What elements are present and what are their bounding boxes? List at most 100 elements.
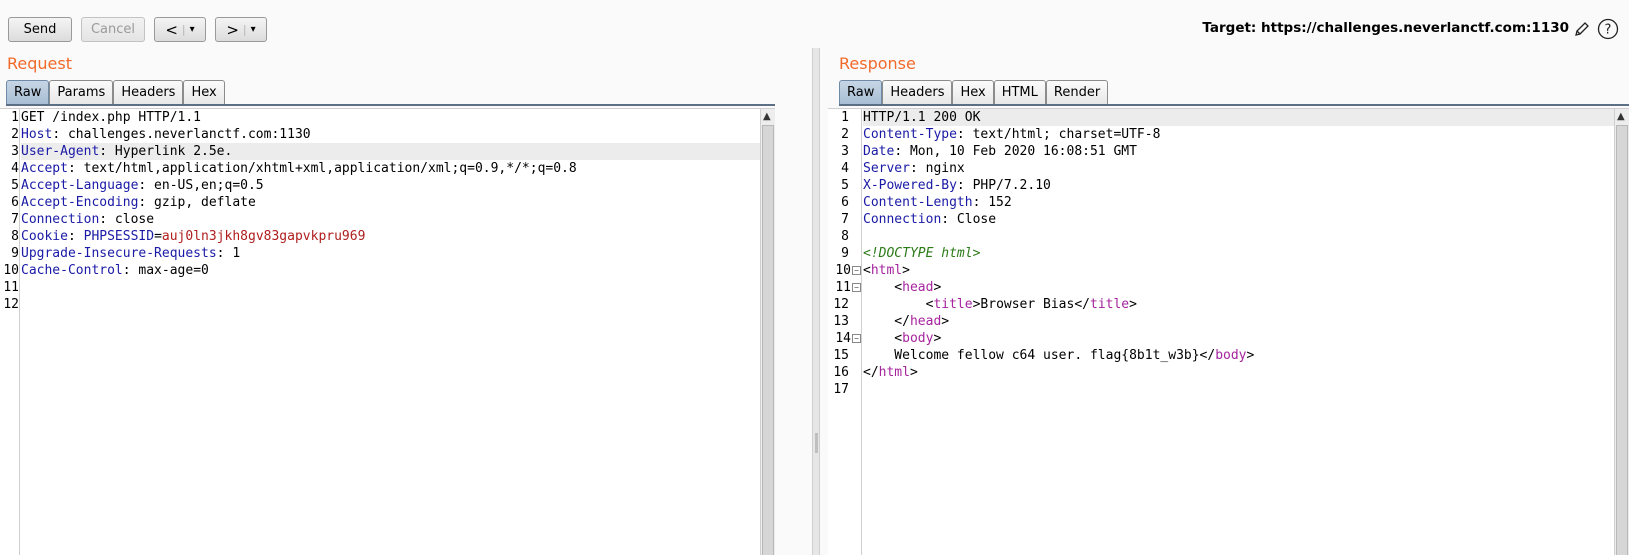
pane-splitter[interactable] [812,48,820,555]
line-number: 2 [828,126,861,143]
target-label: Target: https://challenges.neverlanctf.c… [1202,20,1569,36]
forward-button[interactable]: > | ▾ [215,17,267,42]
fold-toggle-icon[interactable]: − [852,334,861,343]
code-token: Date [863,144,895,159]
line-number: 8 [828,228,861,245]
code-token: Host [21,127,53,142]
line-number-text: 13 [833,314,849,329]
code-line[interactable]: X-Powered-By: PHP/7.2.10 [863,177,1614,194]
line-number-text: 7 [841,212,849,227]
response-scroll-thumb[interactable] [1616,125,1628,555]
cancel-button[interactable]: Cancel [81,17,145,42]
code-line[interactable]: </head> [863,313,1614,330]
line-number-text: 14 [835,331,851,346]
code-token: </ [863,314,910,329]
line-number-text: 10 [3,263,19,278]
code-line[interactable]: Host: challenges.neverlanctf.com:1130 [21,126,760,143]
response-editor[interactable]: 1 2 3 4 5 6 7 8 9 10−11−12 13 14−15 16 17 HTTP/1.1 20… [828,108,1629,555]
code-line[interactable]: <!DOCTYPE html> [863,245,1614,262]
code-line[interactable] [21,296,760,313]
code-line[interactable] [863,381,1614,398]
tab-params[interactable]: Params [49,80,114,104]
tab-render[interactable]: Render [1045,80,1109,104]
request-tab-underline [6,104,775,106]
scroll-up-icon[interactable]: ▲ [1617,111,1625,122]
code-token: title [1090,297,1130,312]
line-number: 6 [0,194,19,211]
tab-hex[interactable]: Hex [183,80,225,104]
tab-html[interactable]: HTML [993,80,1046,104]
code-token: Content-Length [863,195,973,210]
code-token: PHPSESSID [83,229,155,244]
back-dropdown-icon[interactable]: ▾ [190,24,195,35]
code-token: Content-Type [863,127,957,142]
response-tabs: Raw Headers Hex HTML Render [839,80,1109,104]
line-number-text: 4 [11,161,19,176]
code-token: HTTP/1.1 200 OK [863,110,981,125]
line-number-text: 17 [833,382,849,397]
request-scroll-thumb[interactable] [762,125,774,555]
send-button[interactable]: Send [8,17,72,42]
fold-toggle-icon[interactable]: − [852,266,861,275]
pencil-icon[interactable] [1571,18,1593,40]
code-line[interactable] [21,279,760,296]
code-line[interactable]: <head> [863,279,1614,296]
request-editor[interactable]: 1 2 3 4 5 6 7 8 9 10 11 12 GET /index.php HTTP/1.1 H… [0,108,775,555]
code-token: GET /index.php HTTP/1.1 [21,110,202,125]
code-token: < [863,331,903,346]
line-number-text: 12 [833,297,849,312]
line-number: 11 [0,279,19,296]
code-line[interactable]: <html> [863,262,1614,279]
code-line[interactable]: Welcome fellow c64 user. flag{8b1t_w3b}<… [863,347,1614,364]
code-line[interactable]: User-Agent: Hyperlink 2.5e. [21,143,760,160]
code-line[interactable]: Date: Mon, 10 Feb 2020 16:08:51 GMT [863,143,1614,160]
tab-raw[interactable]: Raw [6,80,50,104]
code-line[interactable]: Accept: text/html,application/xhtml+xml,… [21,160,760,177]
code-token: body [1215,348,1247,363]
line-number: 10− [828,262,861,279]
code-line[interactable]: <title>Browser Bias</title> [863,296,1614,313]
code-line[interactable]: Cache-Control: max-age=0 [21,262,760,279]
response-scrollbar[interactable]: ▲ [1614,109,1629,555]
line-number: 17 [828,381,861,398]
scroll-up-icon[interactable]: ▲ [763,111,771,122]
code-line[interactable]: GET /index.php HTTP/1.1 [21,109,760,126]
line-number: 15 [828,347,861,364]
line-number: 10 [0,262,19,279]
tab-raw[interactable]: Raw [839,80,883,104]
code-line[interactable]: Connection: close [21,211,760,228]
tab-headers[interactable]: Headers [882,80,953,104]
code-line[interactable]: Content-Length: 152 [863,194,1614,211]
code-token: Server [863,161,910,176]
request-code[interactable]: GET /index.php HTTP/1.1 Host: challenges.… [21,109,760,555]
code-line[interactable]: Accept-Language: en-US,en;q=0.5 [21,177,760,194]
request-scrollbar[interactable]: ▲ [760,109,775,555]
tab-hex[interactable]: Hex [952,80,994,104]
code-line[interactable] [863,228,1614,245]
code-line[interactable]: Server: nginx [863,160,1614,177]
code-line[interactable]: Cookie: PHPSESSID=auj0ln3jkh8gv83gapvkpr… [21,228,760,245]
code-line[interactable]: Content-Type: text/html; charset=UTF-8 [863,126,1614,143]
code-line[interactable]: </html> [863,364,1614,381]
help-icon[interactable]: ? [1597,18,1619,40]
back-button[interactable]: < | ▾ [154,17,206,42]
line-number: 16 [828,364,861,381]
code-line[interactable]: <body> [863,330,1614,347]
line-number: 3 [0,143,19,160]
fold-toggle-icon[interactable]: − [852,283,861,292]
code-line[interactable]: HTTP/1.1 200 OK [863,109,1614,126]
forward-dropdown-icon[interactable]: ▾ [251,24,256,35]
line-number: 5 [0,177,19,194]
line-number-text: 10 [835,263,851,278]
code-line[interactable]: Upgrade-Insecure-Requests: 1 [21,245,760,262]
line-number-text: 11 [3,280,19,295]
splitter-grip[interactable] [815,433,818,453]
line-number-text: 15 [833,348,849,363]
code-line[interactable]: Accept-Encoding: gzip, deflate [21,194,760,211]
code-token: : Hyperlink 2.5e. [99,144,233,159]
response-code[interactable]: HTTP/1.1 200 OK Content-Type: text/html; … [863,109,1614,555]
code-line[interactable]: Connection: Close [863,211,1614,228]
line-number-text: 7 [11,212,19,227]
tab-headers[interactable]: Headers [113,80,184,104]
line-number-text: 8 [841,229,849,244]
